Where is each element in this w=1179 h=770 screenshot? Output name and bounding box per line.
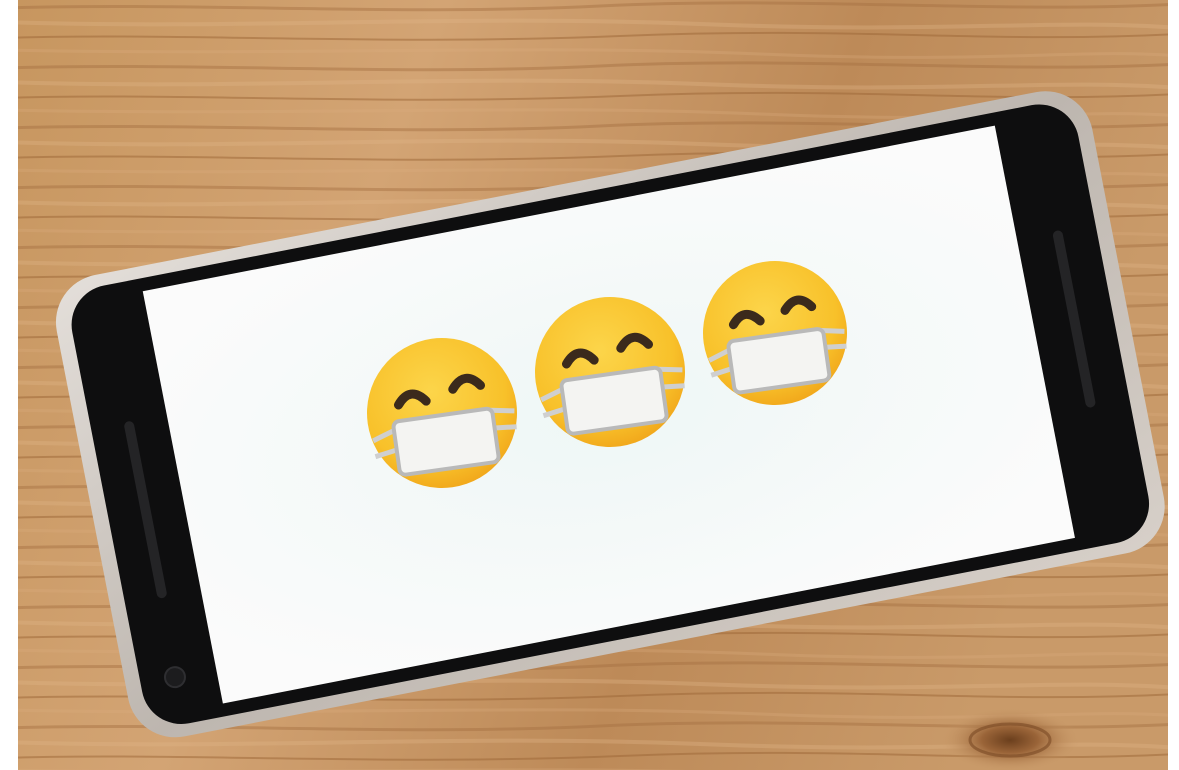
photo-scene bbox=[18, 0, 1168, 770]
wood-knot bbox=[940, 708, 1080, 770]
